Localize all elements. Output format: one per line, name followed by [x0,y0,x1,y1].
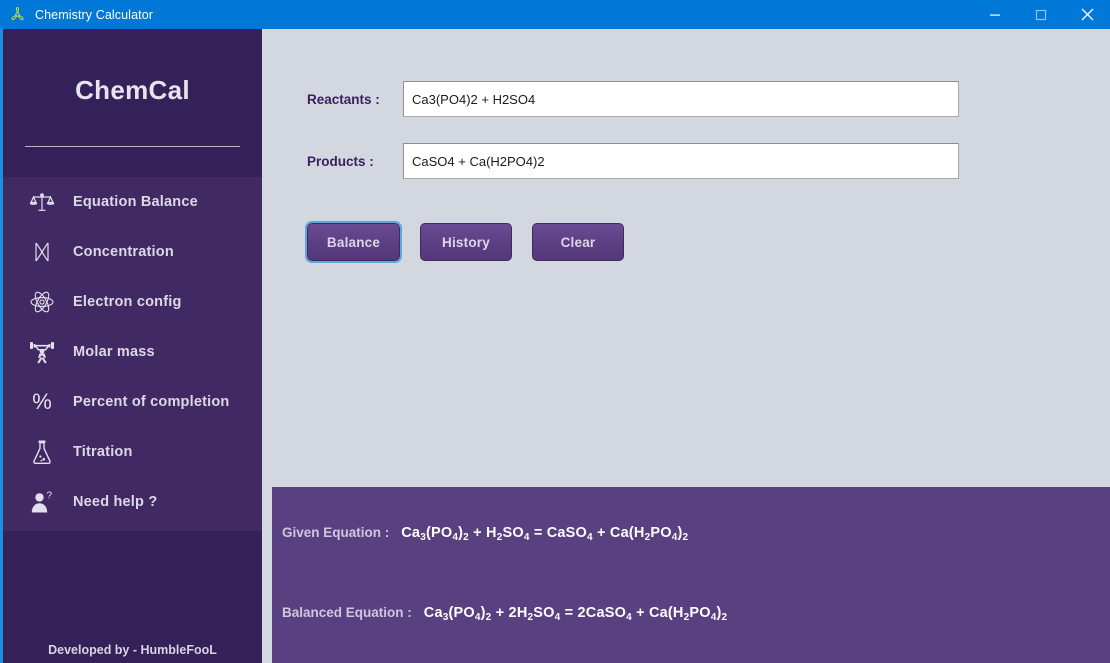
sidebar-item-need-help[interactable]: ? Need help ? [3,477,262,527]
developer-credit: Developed by - HumbleFooL [48,643,217,657]
reactants-input[interactable] [403,81,959,117]
window-controls [972,0,1110,29]
person-question-icon: ? [25,485,59,519]
sidebar-item-titration[interactable]: Titration [3,427,262,477]
svg-text:?: ? [47,491,53,502]
result-panel: Given Equation : Ca3(PO4)2 + H2SO4 = CaS… [272,487,1110,663]
minimize-button[interactable] [972,0,1018,29]
close-button[interactable] [1064,0,1110,29]
sidebar-menu: Equation Balance Concentration Electron … [3,177,262,531]
balanced-equation-label: Balanced Equation : [282,605,412,620]
title-bar: Chemistry Calculator [0,0,1110,29]
clear-button[interactable]: Clear [532,223,624,261]
reactants-label: Reactants : [307,91,380,107]
window-body: ChemCal Equation Balance Concentration E… [0,29,1110,663]
sidebar-item-label: Percent of completion [73,394,230,410]
sidebar-header: ChemCal [3,29,262,177]
window-left-border [0,29,3,663]
sidebar-item-molar-mass[interactable]: Molar mass [3,327,262,377]
application-window: Chemistry Calculator ChemCal Equation Ba… [0,0,1110,663]
sidebar-item-label: Concentration [73,244,174,260]
reactants-field-row: Reactants : [307,81,959,117]
balance-scale-icon [25,185,59,219]
given-equation-value: Ca3(PO4)2 + H2SO4 = CaSO4 + Ca(H2PO4)2 [401,525,689,543]
sidebar-item-equation-balance[interactable]: Equation Balance [3,177,262,227]
concentration-icon [25,235,59,269]
brand-title: ChemCal [75,75,190,105]
given-equation-label: Given Equation : [282,525,390,540]
products-field-row: Products : [307,143,959,179]
flask-icon [25,435,59,469]
sidebar-item-concentration[interactable]: Concentration [3,227,262,277]
maximize-button[interactable] [1018,0,1064,29]
biohazard-icon [11,6,24,20]
given-equation-row: Given Equation : Ca3(PO4)2 + H2SO4 = CaS… [282,525,689,543]
sidebar-item-label: Need help ? [73,494,158,510]
sidebar-item-label: Molar mass [73,344,155,360]
balanced-equation-value: Ca3(PO4)2 + 2H2SO4 = 2CaSO4 + Ca(H2PO4)2 [423,605,728,623]
percent-icon: % [32,389,52,414]
products-input[interactable] [403,143,959,179]
sidebar-item-electron-config[interactable]: Electron config [3,277,262,327]
action-buttons: Balance History Clear [305,221,624,263]
brand-divider [25,146,240,147]
products-label: Products : [307,153,374,169]
atom-icon [25,285,59,319]
weightlifter-icon [25,335,59,369]
sidebar: ChemCal Equation Balance Concentration E… [3,29,262,663]
balance-button[interactable]: Balance [305,221,402,263]
sidebar-footer: Developed by - HumbleFooL [3,531,262,663]
sidebar-item-label: Equation Balance [73,194,198,210]
window-title: Chemistry Calculator [35,7,154,22]
sidebar-item-label: Titration [73,444,133,460]
balanced-equation-row: Balanced Equation : Ca3(PO4)2 + 2H2SO4 =… [282,605,728,623]
sidebar-item-label: Electron config [73,294,182,310]
main-content: Reactants : Products : Balance History C… [262,29,1110,663]
history-button[interactable]: History [420,223,512,261]
sidebar-item-percent-of-completion[interactable]: % Percent of completion [3,377,262,427]
